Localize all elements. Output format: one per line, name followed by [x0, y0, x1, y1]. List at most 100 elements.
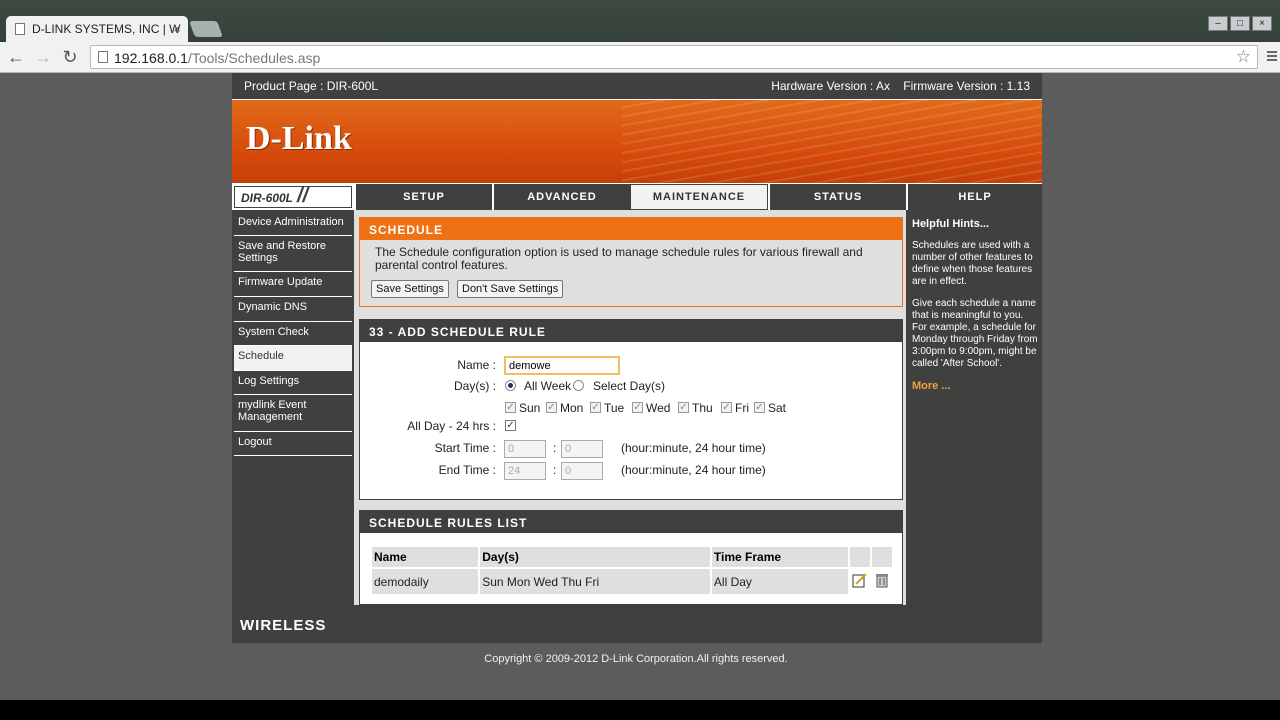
helpful-hints: Helpful Hints... Schedules are used with… [906, 210, 1042, 605]
start-minute-input[interactable]: 0 [561, 440, 603, 458]
minimize-button[interactable]: – [1208, 16, 1228, 31]
hints-title: Helpful Hints... [912, 218, 989, 230]
edit-icon[interactable] [852, 572, 868, 588]
column-header-delete [871, 547, 892, 567]
edit-cell [849, 569, 870, 594]
version-info: Hardware Version : Ax Firmware Version :… [771, 79, 1030, 93]
tab-title: D-LINK SYSTEMS, INC | W [32, 22, 181, 36]
day-label-sun: Sun [519, 401, 541, 415]
sidebar-item-dynamic-dns[interactable]: Dynamic DNS [234, 297, 352, 322]
all-week-label: All Week [524, 379, 572, 393]
tab-advanced[interactable]: ADVANCED [492, 184, 630, 210]
day-checkbox-thu[interactable]: ✓ [678, 402, 689, 413]
sidebar-item-log-settings[interactable]: Log Settings [234, 371, 352, 395]
schedule-panel-title: SCHEDULE [360, 218, 902, 240]
menu-icon[interactable] [1267, 51, 1277, 63]
back-arrow-icon[interactable]: ← [5, 46, 27, 68]
top-nav: DIR-600L // SETUP ADVANCED MAINTENANCE S… [232, 184, 1042, 210]
sidebar-item-device-administration[interactable]: Device Administration [234, 212, 352, 236]
save-settings-button[interactable]: Save Settings [371, 280, 449, 298]
rule-name-cell: demodaily [372, 569, 479, 594]
day-checkbox-mon[interactable]: ✓ [546, 402, 557, 413]
delete-cell [871, 569, 892, 594]
bottom-border [0, 700, 1280, 720]
model-badge: DIR-600L // [234, 185, 352, 208]
schedule-panel: SCHEDULE The Schedule configuration opti… [359, 217, 903, 307]
product-page-label: Product Page : DIR-600L [244, 79, 379, 93]
select-days-radio[interactable] [573, 380, 584, 391]
router-ui: Product Page : DIR-600L Hardware Version… [232, 73, 1042, 643]
name-label: Name : [457, 358, 496, 372]
dont-save-settings-button[interactable]: Don't Save Settings [457, 280, 564, 298]
start-hour-input[interactable]: 0 [504, 440, 546, 458]
day-label-mon: Mon [560, 401, 584, 415]
url-text: 192.168.0.1/Tools/Schedules.asp [114, 50, 321, 66]
tab-setup[interactable]: SETUP [354, 184, 492, 210]
column-header-days: Day(s) [480, 547, 710, 567]
wireless-logo: WIRELESS [240, 617, 327, 634]
window-close-button[interactable]: × [1252, 16, 1272, 31]
bookmark-star-icon[interactable]: ☆ [1236, 47, 1251, 67]
rule-days-cell: Sun Mon Wed Thu Fri [480, 569, 710, 594]
sidebar-item-firmware-update[interactable]: Firmware Update [234, 272, 352, 297]
browser-toolbar: ← → ↻ 192.168.0.1/Tools/Schedules.asp ☆ [0, 42, 1280, 73]
close-icon[interactable]: × [173, 21, 181, 36]
start-colon: : [553, 441, 557, 455]
model-slashes: // [297, 185, 309, 207]
window-controls: – □ × [1208, 16, 1272, 31]
forward-arrow-icon[interactable]: → [32, 46, 54, 68]
day-label-wed: Wed [646, 401, 671, 415]
sidebar-item-mydlink-event[interactable]: mydlink Event Management [234, 395, 352, 432]
new-tab-button[interactable] [189, 21, 223, 37]
schedule-rules-list-panel: SCHEDULE RULES LIST Name Day(s) Time Fra… [359, 510, 903, 605]
end-colon: : [553, 463, 557, 477]
day-label-thu: Thu [692, 401, 713, 415]
end-hour-input[interactable]: 24 [504, 462, 546, 480]
page-background: Product Page : DIR-600L Hardware Version… [0, 73, 1280, 700]
sidebar-item-logout[interactable]: Logout [234, 432, 352, 456]
more-link[interactable]: More ... [912, 380, 1038, 392]
hints-paragraph-2: Give each schedule a name that is meanin… [912, 298, 1038, 369]
table-header-row: Name Day(s) Time Frame [372, 547, 892, 567]
browser-tab[interactable]: D-LINK SYSTEMS, INC | W × [6, 16, 188, 42]
rules-list-title: SCHEDULE RULES LIST [360, 511, 902, 533]
rules-table: Name Day(s) Time Frame demodaily Sun Mon… [370, 545, 894, 596]
column-header-edit [849, 547, 870, 567]
banner: D-Link [232, 99, 1042, 184]
all-week-radio[interactable] [505, 380, 516, 391]
maximize-button[interactable]: □ [1230, 16, 1250, 31]
day-checkbox-sun[interactable]: ✓ [505, 402, 516, 413]
day-label-fri: Fri [735, 401, 749, 415]
sidebar-item-save-restore[interactable]: Save and Restore Settings [234, 236, 352, 272]
footer-bar: WIRELESS [232, 605, 1042, 643]
end-time-label: End Time : [438, 463, 496, 477]
day-checkbox-sat[interactable]: ✓ [754, 402, 765, 413]
model-name: DIR-600L [241, 191, 294, 205]
copyright: Copyright © 2009-2012 D-Link Corporation… [484, 653, 788, 665]
add-schedule-rule-panel: 33 - ADD SCHEDULE RULE Name : demowe Day… [359, 319, 903, 500]
start-time-label: Start Time : [434, 441, 496, 455]
page-icon [15, 23, 25, 35]
sidebar-item-schedule[interactable]: Schedule [234, 346, 352, 371]
column-header-time-frame: Time Frame [711, 547, 848, 567]
page-icon [98, 51, 108, 63]
trash-icon[interactable] [874, 572, 890, 588]
tab-help[interactable]: HELP [906, 184, 1042, 210]
dlink-logo: D-Link [246, 120, 352, 157]
address-bar[interactable]: 192.168.0.1/Tools/Schedules.asp ☆ [90, 45, 1258, 69]
sidebar: Device Administration Save and Restore S… [232, 210, 354, 605]
all-day-label: All Day - 24 hrs : [407, 419, 496, 433]
main-content: SCHEDULE The Schedule configuration opti… [354, 210, 906, 605]
reload-icon[interactable]: ↻ [59, 46, 81, 68]
day-label-sat: Sat [768, 401, 787, 415]
name-input[interactable]: demowe [504, 356, 620, 375]
day-checkbox-tue[interactable]: ✓ [590, 402, 601, 413]
schedule-description: The Schedule configuration option is use… [375, 245, 863, 272]
day-checkbox-wed[interactable]: ✓ [632, 402, 643, 413]
all-day-checkbox[interactable]: ✓ [505, 420, 516, 431]
tab-maintenance[interactable]: MAINTENANCE [630, 184, 768, 210]
day-checkbox-fri[interactable]: ✓ [721, 402, 732, 413]
sidebar-item-system-check[interactable]: System Check [234, 322, 352, 346]
end-minute-input[interactable]: 0 [561, 462, 603, 480]
tab-status[interactable]: STATUS [768, 184, 906, 210]
